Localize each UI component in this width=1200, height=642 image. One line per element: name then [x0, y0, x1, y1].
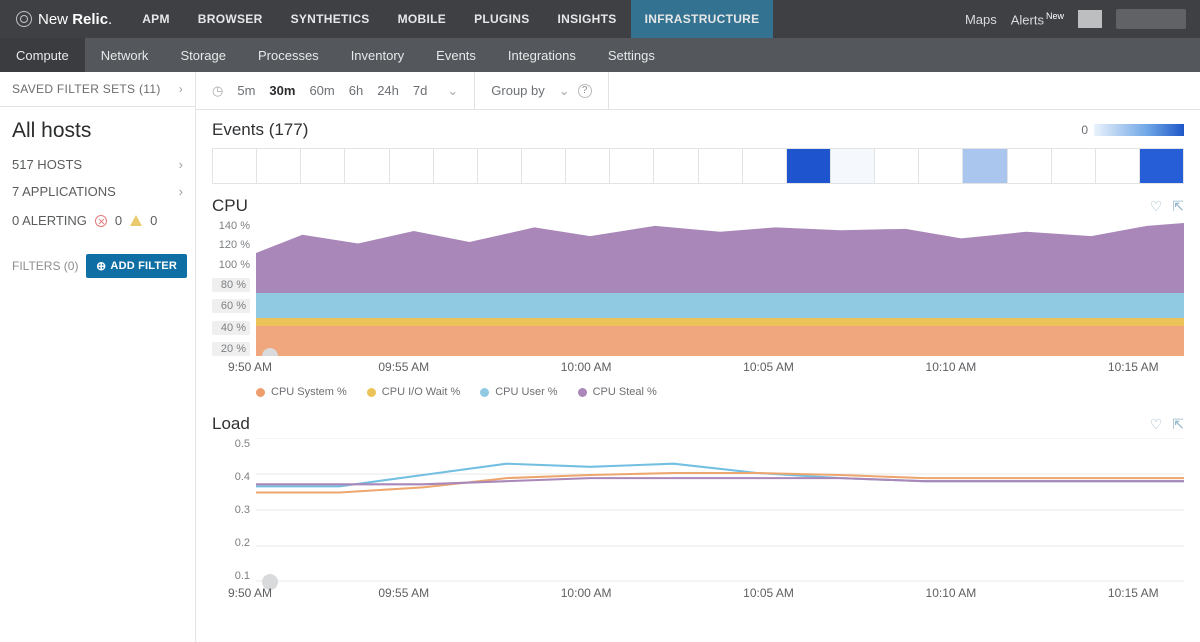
account-switcher[interactable] [1116, 9, 1186, 29]
events-gradient [1094, 124, 1184, 136]
add-filter-button[interactable]: ⊕ ADD FILTER [86, 254, 187, 278]
subnav-storage[interactable]: Storage [164, 38, 242, 72]
brand-logo-icon [16, 11, 32, 27]
add-filter-label: ADD FILTER [110, 260, 177, 272]
range-7d[interactable]: 7d [413, 83, 427, 98]
events-panel: Events (177) 0 [196, 110, 1200, 190]
top-nav-items: APM BROWSER SYNTHETICS MOBILE PLUGINS IN… [128, 0, 773, 38]
bell-icon[interactable]: ♡ [1150, 198, 1163, 215]
load-plot [256, 438, 1184, 582]
legend-item[interactable]: CPU I/O Wait % [367, 386, 460, 398]
saved-filter-sets[interactable]: SAVED FILTER SETS (11) › [0, 72, 195, 107]
nav-browser[interactable]: BROWSER [184, 0, 277, 38]
critical-icon [95, 215, 107, 227]
avatar[interactable] [1078, 10, 1102, 28]
chevron-right-icon: › [179, 82, 183, 96]
cpu-title: CPU [212, 196, 248, 216]
filters-label: FILTERS (0) [12, 259, 78, 273]
stat-alerting-label: 0 ALERTING [12, 213, 87, 228]
stat-alerting: 0 ALERTING 0 0 [0, 205, 195, 242]
toolbar: ◷ 5m 30m 60m 6h 24h 7d ⌄ Group by ⌄ ? [196, 72, 1200, 110]
events-scale-zero: 0 [1081, 123, 1088, 137]
brand[interactable]: New Relic. [0, 0, 128, 38]
stat-apps-label: 7 APPLICATIONS [12, 184, 116, 199]
cpu-x-axis: 9:50 AM 09:55 AM 10:00 AM 10:05 AM 10:10… [256, 360, 1184, 380]
nav-synthetics[interactable]: SYNTHETICS [277, 0, 384, 38]
range-6h[interactable]: 6h [349, 83, 363, 98]
nav-alerts[interactable]: AlertsNew [1011, 11, 1064, 27]
cpu-legend: CPU System % CPU I/O Wait % CPU User % C… [196, 382, 1200, 408]
group-by-label: Group by [491, 83, 544, 98]
subnav-processes[interactable]: Processes [242, 38, 335, 72]
warning-count: 0 [150, 213, 157, 228]
warning-icon [130, 215, 142, 226]
legend-item[interactable]: CPU User % [480, 386, 557, 398]
cpu-y-axis: 140 % 120 % 100 % 80 % 60 % 40 % 20 % [212, 220, 256, 356]
legend-swatch [256, 388, 265, 397]
cpu-panel: CPU ♡ ⇱ 140 % 120 % 100 % 80 % 60 % 40 %… [196, 190, 1200, 382]
export-icon[interactable]: ⇱ [1172, 416, 1184, 433]
range-24h[interactable]: 24h [377, 83, 399, 98]
saved-filter-sets-label: SAVED FILTER SETS (11) [12, 82, 161, 96]
filters-row: FILTERS (0) ⊕ ADD FILTER [0, 242, 195, 278]
top-nav-right: Maps AlertsNew [951, 0, 1200, 38]
chevron-down-icon[interactable]: ⌄ [447, 83, 458, 99]
legend-item[interactable]: CPU System % [256, 386, 347, 398]
brand-text-post: Relic [72, 11, 108, 28]
events-scale: 0 [1081, 123, 1184, 137]
nav-apm[interactable]: APM [128, 0, 184, 38]
bell-icon[interactable]: ♡ [1150, 416, 1163, 433]
range-60m[interactable]: 60m [309, 83, 334, 98]
group-by[interactable]: Group by ⌄ ? [475, 72, 608, 109]
chevron-right-icon: › [179, 184, 183, 199]
subnav-compute[interactable]: Compute [0, 38, 85, 72]
clock-icon: ◷ [212, 83, 223, 99]
range-5m[interactable]: 5m [237, 83, 255, 98]
nav-infrastructure[interactable]: INFRASTRUCTURE [631, 0, 774, 38]
main: ◷ 5m 30m 60m 6h 24h 7d ⌄ Group by ⌄ ? Ev… [196, 72, 1200, 642]
nav-plugins[interactable]: PLUGINS [460, 0, 543, 38]
stat-hosts-label: 517 HOSTS [12, 157, 82, 172]
nav-maps[interactable]: Maps [965, 12, 997, 27]
nav-insights[interactable]: INSIGHTS [544, 0, 631, 38]
load-chart[interactable]: 0.5 0.4 0.3 0.2 0.1 [212, 438, 1184, 606]
load-panel: Load ♡ ⇱ 0.5 0.4 0.3 0.2 0.1 [196, 408, 1200, 608]
plus-icon: ⊕ [96, 260, 106, 272]
subnav-integrations[interactable]: Integrations [492, 38, 592, 72]
subnav-settings[interactable]: Settings [592, 38, 671, 72]
export-icon[interactable]: ⇱ [1172, 198, 1184, 215]
legend-item[interactable]: CPU Steal % [578, 386, 657, 398]
legend-swatch [480, 388, 489, 397]
sidebar: SAVED FILTER SETS (11) › All hosts 517 H… [0, 72, 196, 642]
brand-text-pre: New [38, 11, 68, 28]
page-title: All hosts [0, 107, 195, 151]
help-icon[interactable]: ? [578, 84, 592, 98]
chevron-down-icon: ⌄ [559, 83, 570, 99]
load-y-axis: 0.5 0.4 0.3 0.2 0.1 [212, 438, 256, 582]
critical-count: 0 [115, 213, 122, 228]
subnav-inventory[interactable]: Inventory [335, 38, 420, 72]
sub-nav: Compute Network Storage Processes Invent… [0, 38, 1200, 72]
events-heatmap[interactable] [212, 148, 1184, 184]
subnav-events[interactable]: Events [420, 38, 492, 72]
time-range: ◷ 5m 30m 60m 6h 24h 7d ⌄ [196, 72, 475, 109]
legend-swatch [578, 388, 587, 397]
cpu-chart[interactable]: 140 % 120 % 100 % 80 % 60 % 40 % 20 % [212, 220, 1184, 380]
cpu-plot [256, 220, 1184, 356]
top-nav: New Relic. APM BROWSER SYNTHETICS MOBILE… [0, 0, 1200, 38]
load-title: Load [212, 414, 250, 434]
alerts-badge: New [1046, 11, 1064, 21]
stat-hosts[interactable]: 517 HOSTS › [0, 151, 195, 178]
events-title: Events (177) [212, 120, 308, 140]
subnav-network[interactable]: Network [85, 38, 165, 72]
load-x-axis: 9:50 AM 09:55 AM 10:00 AM 10:05 AM 10:10… [256, 586, 1184, 606]
legend-swatch [367, 388, 376, 397]
stat-apps[interactable]: 7 APPLICATIONS › [0, 178, 195, 205]
nav-mobile[interactable]: MOBILE [384, 0, 460, 38]
range-30m[interactable]: 30m [269, 83, 295, 98]
chevron-right-icon: › [179, 157, 183, 172]
